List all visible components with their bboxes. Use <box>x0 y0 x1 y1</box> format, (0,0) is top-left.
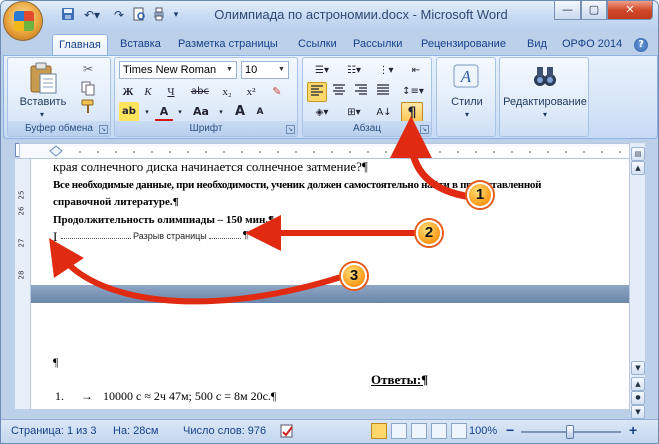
callout-3: 3 <box>341 263 367 289</box>
status-position[interactable]: На: 28см <box>113 425 158 437</box>
arrow-3 <box>48 238 342 305</box>
outline-view-icon[interactable] <box>431 423 447 439</box>
zoom-out-button[interactable]: − <box>506 422 514 438</box>
zoom-level[interactable]: 100% <box>469 425 497 437</box>
web-layout-view-icon[interactable] <box>411 423 427 439</box>
status-page[interactable]: Страница: 1 из 3 <box>11 425 97 437</box>
office-button[interactable] <box>3 1 43 41</box>
print-layout-view-icon[interactable] <box>371 423 387 439</box>
status-words[interactable]: Число слов: 976 <box>183 425 266 437</box>
zoom-slider-thumb[interactable] <box>566 425 574 439</box>
callout-1: 1 <box>467 182 493 208</box>
proofing-icon[interactable] <box>279 423 295 442</box>
word-window: ↶▾ ↷ ▾ Олимпиада по астрономии.docx - Mi… <box>0 0 659 444</box>
full-screen-view-icon[interactable] <box>391 423 407 439</box>
arrow-1 <box>390 116 472 201</box>
status-bar: Страница: 1 из 3 На: 28см Число слов: 97… <box>1 419 658 443</box>
zoom-in-button[interactable]: + <box>629 422 637 438</box>
annotation-arrows <box>48 116 472 305</box>
callout-2: 2 <box>416 220 442 246</box>
office-logo-icon <box>14 11 34 31</box>
draft-view-icon[interactable] <box>451 423 467 439</box>
